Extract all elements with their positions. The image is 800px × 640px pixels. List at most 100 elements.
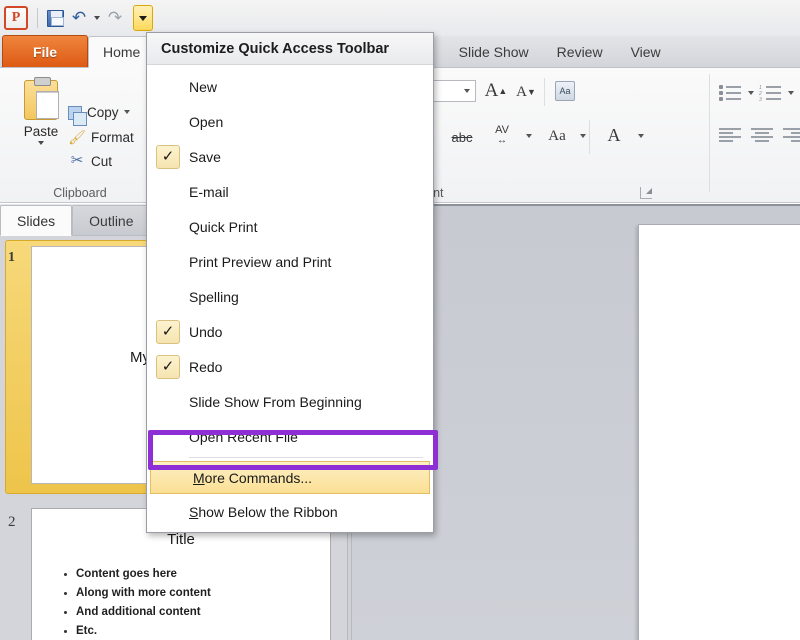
qat-menu-list: New Open ✓ Save E-mail Quick Print Print…: [147, 65, 433, 532]
menu-item-label: Quick Print: [189, 219, 257, 235]
powerpoint-logo-icon[interactable]: P: [4, 6, 28, 30]
chevron-down-icon[interactable]: [38, 141, 44, 145]
check-cell: [151, 460, 193, 495]
menu-item-save[interactable]: ✓ Save: [147, 139, 433, 174]
checkmark-icon: ✓: [156, 145, 180, 169]
customize-quick-access-toolbar-button[interactable]: [133, 5, 153, 31]
group-divider: [544, 78, 545, 106]
menu-item-show-below-the-ribbon[interactable]: Show Below the Ribbon: [147, 494, 433, 529]
change-case-button[interactable]: Aa: [543, 124, 571, 148]
bullets-button[interactable]: [719, 84, 754, 102]
ribbon-group-clipboard: Paste ✂ Cut Copy 🖌 Format Clipboard: [0, 68, 160, 202]
slide-2-bullet-list: Content goes here Along with more conten…: [64, 568, 330, 637]
menu-item-open[interactable]: Open: [147, 104, 433, 139]
chevron-down-icon[interactable]: [748, 91, 754, 95]
copy-button[interactable]: Copy: [68, 104, 130, 120]
menu-item-label: More Commands...: [193, 470, 312, 486]
check-cell: [147, 104, 189, 139]
check-cell: [147, 419, 189, 454]
numbering-button[interactable]: 1 2 3: [759, 84, 794, 102]
check-cell: [147, 244, 189, 279]
undo-arrow-icon: ↶: [72, 10, 86, 27]
checkmark-icon: ✓: [156, 320, 180, 344]
list-item: Etc.: [64, 625, 330, 637]
menu-item-more-commands[interactable]: More Commands...: [150, 461, 430, 494]
menu-item-label: Spelling: [189, 289, 239, 305]
chevron-down-icon[interactable]: [580, 134, 586, 138]
shrink-font-icon: A: [516, 84, 527, 101]
qat-undo-dropdown[interactable]: [91, 6, 103, 30]
clear-formatting-icon: Aa: [555, 81, 575, 101]
tab-review[interactable]: Review: [543, 36, 617, 67]
copy-icon: [68, 106, 82, 120]
scissors-icon: ✂: [68, 152, 86, 170]
menu-item-label-rest: ore Commands...: [205, 470, 312, 486]
list-item: And additional content: [64, 606, 330, 618]
character-spacing-button[interactable]: AV ↔: [487, 122, 517, 148]
chevron-down-icon[interactable]: [464, 89, 470, 93]
menu-item-label: Show Below the Ribbon: [189, 504, 338, 520]
shrink-font-button[interactable]: A▼: [513, 80, 539, 104]
paste-button[interactable]: Paste: [12, 80, 70, 145]
slide-2-title: Title: [32, 531, 330, 548]
chevron-down-icon: [139, 16, 147, 21]
menu-item-quick-print[interactable]: Quick Print: [147, 209, 433, 244]
slide-1-number: 1: [8, 250, 15, 266]
cut-label: Cut: [91, 154, 112, 169]
chevron-down-icon[interactable]: [526, 134, 532, 138]
font-color-button[interactable]: A: [601, 122, 627, 148]
character-spacing-icon: AV: [495, 125, 509, 136]
menu-item-redo[interactable]: ✓ Redo: [147, 349, 433, 384]
check-cell: [147, 384, 189, 419]
paintbrush-icon: 🖌: [68, 128, 86, 146]
tab-view[interactable]: View: [617, 36, 675, 67]
menu-item-label-rest: how Below the Ribbon: [198, 504, 337, 520]
menu-item-spelling[interactable]: Spelling: [147, 279, 433, 314]
grow-font-icon: A: [485, 80, 499, 102]
menu-item-label: Redo: [189, 359, 222, 375]
list-item: Content goes here: [64, 568, 330, 580]
chevron-down-icon[interactable]: [124, 110, 130, 114]
check-cell: ✓: [147, 139, 189, 174]
qat-redo-button[interactable]: ↷: [103, 6, 127, 30]
paste-clipboard-icon: [24, 80, 58, 120]
qat-menu-title: Customize Quick Access Toolbar: [147, 33, 433, 65]
menu-item-email[interactable]: E-mail: [147, 174, 433, 209]
font-dialog-launcher[interactable]: [640, 187, 652, 199]
left-right-arrow-icon: ↔: [497, 136, 507, 146]
format-painter-label: Format: [91, 130, 134, 145]
menu-item-label: E-mail: [189, 184, 229, 200]
grow-font-button[interactable]: A▲: [483, 78, 509, 104]
chevron-down-icon: [94, 16, 100, 20]
strikethrough-button[interactable]: abc: [447, 126, 477, 148]
group-divider: [589, 120, 590, 154]
menu-item-label: Slide Show From Beginning: [189, 394, 362, 410]
menu-item-print-preview-and-print[interactable]: Print Preview and Print: [147, 244, 433, 279]
accelerator-letter: M: [193, 470, 205, 486]
check-cell: ✓: [147, 349, 189, 384]
format-painter-button[interactable]: 🖌 Format: [68, 128, 134, 146]
menu-item-new[interactable]: New: [147, 69, 433, 104]
numbered-list-icon: 1 2 3: [759, 84, 783, 102]
qat-undo-button[interactable]: ↶: [67, 6, 91, 30]
paste-label: Paste: [12, 124, 70, 139]
clear-formatting-button[interactable]: Aa: [551, 78, 579, 104]
slide-2-number: 2: [8, 514, 16, 531]
menu-item-open-recent-file[interactable]: Open Recent File: [147, 419, 433, 454]
chevron-down-icon[interactable]: [638, 134, 644, 138]
customize-quick-access-toolbar-menu[interactable]: Customize Quick Access Toolbar New Open …: [146, 32, 434, 533]
tab-slide-show[interactable]: Slide Show: [445, 36, 543, 67]
accelerator-letter: S: [189, 504, 198, 520]
menu-item-slide-show-from-beginning[interactable]: Slide Show From Beginning: [147, 384, 433, 419]
menu-item-label: Undo: [189, 324, 222, 340]
clipboard-group-label: Clipboard: [0, 186, 160, 200]
menu-item-undo[interactable]: ✓ Undo: [147, 314, 433, 349]
cut-button[interactable]: ✂ Cut: [68, 152, 112, 170]
qat-save-button[interactable]: [43, 6, 67, 30]
chevron-down-icon[interactable]: [788, 91, 794, 95]
slide-canvas[interactable]: [638, 224, 800, 640]
tab-outline[interactable]: Outline: [72, 205, 150, 235]
tab-slides[interactable]: Slides: [0, 205, 72, 236]
tab-file[interactable]: File: [2, 35, 88, 67]
checkmark-icon: ✓: [156, 355, 180, 379]
